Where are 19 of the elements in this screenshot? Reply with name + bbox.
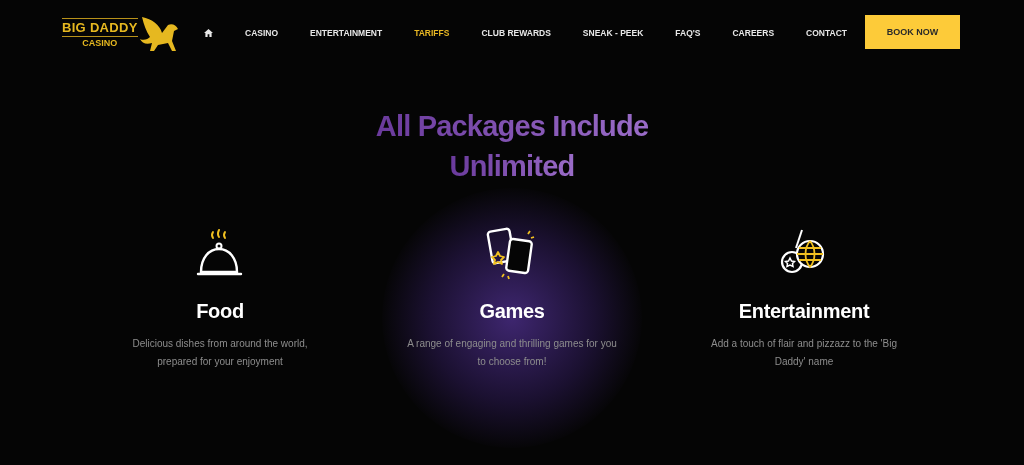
nav-link[interactable]: CAREERS (732, 28, 775, 38)
nav-link[interactable]: CASINO (245, 28, 279, 38)
feature-title: Entertainment (738, 300, 870, 323)
nav-link[interactable]: CONTACT (806, 28, 847, 38)
feature-description: Add a touch of flair and pizzazz to the 'Big Daddy' name (710, 337, 898, 369)
nav-link[interactable]: ENTERTAINMENT (310, 28, 383, 38)
nav-link[interactable]: SNEAK - PEEK (582, 28, 644, 38)
feature-title: Games (479, 300, 545, 323)
home-link[interactable] (204, 29, 213, 37)
book-now-button[interactable]: BOOK NOW (865, 15, 960, 49)
home-icon (204, 29, 213, 37)
feature-description: Delicious dishes from around the world, prepared for your enjoyment (131, 337, 309, 369)
logo-subtitle[interactable]: CASINO (82, 38, 118, 48)
nav-link[interactable]: TARIFFS (414, 28, 450, 38)
nav-link[interactable]: CLUB REWARDS (481, 28, 551, 38)
nav-link[interactable]: FAQ'S (675, 28, 701, 38)
logo-title[interactable]: BIG DADDY (62, 18, 138, 37)
feature-title: Food (196, 300, 244, 323)
feature-description: A range of engaging and thrilling games for you to choose from! (407, 337, 617, 369)
